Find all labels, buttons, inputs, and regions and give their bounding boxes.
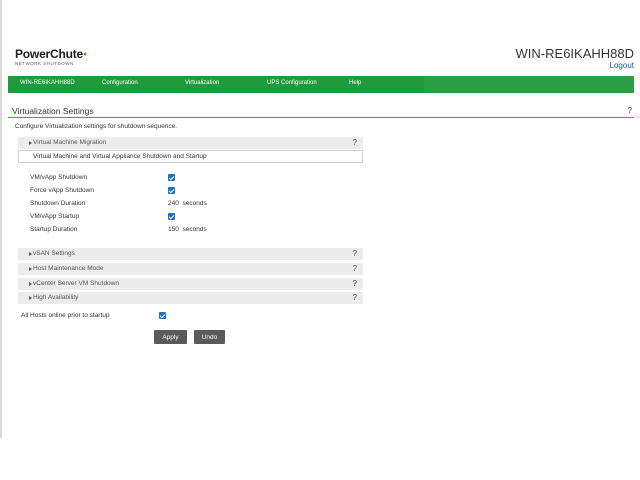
vm-shutdown-checkbox[interactable] bbox=[168, 174, 175, 181]
page-description: Configure Virtualization settings for sh… bbox=[15, 123, 178, 130]
startup-duration-value[interactable]: 150 seconds bbox=[168, 226, 207, 233]
all-hosts-label: All Hosts online prior to startup bbox=[21, 312, 110, 319]
panel-label: Host Maintenance Mode bbox=[33, 265, 104, 272]
nav-item-help[interactable]: Help bbox=[349, 80, 361, 86]
vm-shutdown-label: VM/vApp Shutdown bbox=[30, 174, 88, 181]
panel-vcenter-shutdown[interactable]: vCenter Server VM Shutdown ? bbox=[18, 278, 363, 290]
help-icon[interactable]: ? bbox=[353, 293, 357, 302]
help-icon[interactable]: ? bbox=[353, 138, 357, 147]
main-nav-bar: WIN-RE6IKAHH88D Configuration Virtualiza… bbox=[8, 76, 634, 93]
vm-startup-label: VM/vApp Startup bbox=[30, 213, 80, 220]
shutdown-duration-label: Shutdown Duration bbox=[30, 200, 86, 207]
hostname-title: WIN-RE6IKAHH88D bbox=[515, 46, 634, 61]
nav-item-host[interactable]: WIN-RE6IKAHH88D bbox=[20, 80, 75, 86]
force-shutdown-checkbox[interactable] bbox=[168, 187, 175, 194]
logo-name: PowerChute bbox=[15, 47, 84, 61]
force-shutdown-label: Force vApp Shutdown bbox=[30, 187, 94, 194]
nav-item-configuration[interactable]: Configuration bbox=[102, 80, 138, 86]
title-divider bbox=[8, 117, 634, 118]
subpanel-vm-shutdown-startup: Virtual Machine and Virtual Appliance Sh… bbox=[18, 150, 363, 163]
shutdown-duration-value[interactable]: 240 seconds bbox=[168, 200, 207, 207]
startup-duration-label: Startup Duration bbox=[30, 226, 78, 233]
panel-label: vCenter Server VM Shutdown bbox=[33, 280, 119, 287]
subpanel-label: Virtual Machine and Virtual Appliance Sh… bbox=[33, 153, 207, 160]
nav-item-virtualization[interactable]: Virtualization bbox=[185, 80, 219, 86]
panel-vm-migration[interactable]: Virtual Machine Migration ? bbox=[18, 137, 363, 149]
panel-label: Virtual Machine Migration bbox=[33, 139, 107, 146]
panel-label: High Availability bbox=[33, 294, 79, 301]
panel-vsan-settings[interactable]: vSAN Settings ? bbox=[18, 248, 363, 260]
panel-host-maintenance[interactable]: Host Maintenance Mode ? bbox=[18, 263, 363, 275]
help-icon[interactable]: ? bbox=[353, 264, 357, 273]
apply-button[interactable]: Apply bbox=[154, 330, 187, 344]
all-hosts-checkbox[interactable] bbox=[159, 312, 166, 319]
logout-link[interactable]: Logout bbox=[610, 61, 634, 70]
page-help-icon[interactable]: ? bbox=[628, 106, 632, 115]
undo-button[interactable]: Undo bbox=[194, 330, 225, 344]
nav-item-ups-configuration[interactable]: UPS Configuration bbox=[267, 80, 317, 86]
vm-startup-checkbox[interactable] bbox=[168, 213, 175, 220]
logo-mark-icon: ● bbox=[83, 51, 88, 58]
help-icon[interactable]: ? bbox=[353, 279, 357, 288]
panel-high-availability[interactable]: High Availability ? bbox=[18, 292, 363, 304]
panel-label: vSAN Settings bbox=[33, 250, 75, 257]
help-icon[interactable]: ? bbox=[353, 249, 357, 258]
logo-subtitle: NETWORK SHUTDOWN bbox=[15, 61, 74, 66]
page-title: Virtualization Settings bbox=[12, 106, 94, 116]
left-border bbox=[0, 0, 2, 438]
powerchute-logo: PowerChute● NETWORK SHUTDOWN bbox=[15, 47, 88, 67]
